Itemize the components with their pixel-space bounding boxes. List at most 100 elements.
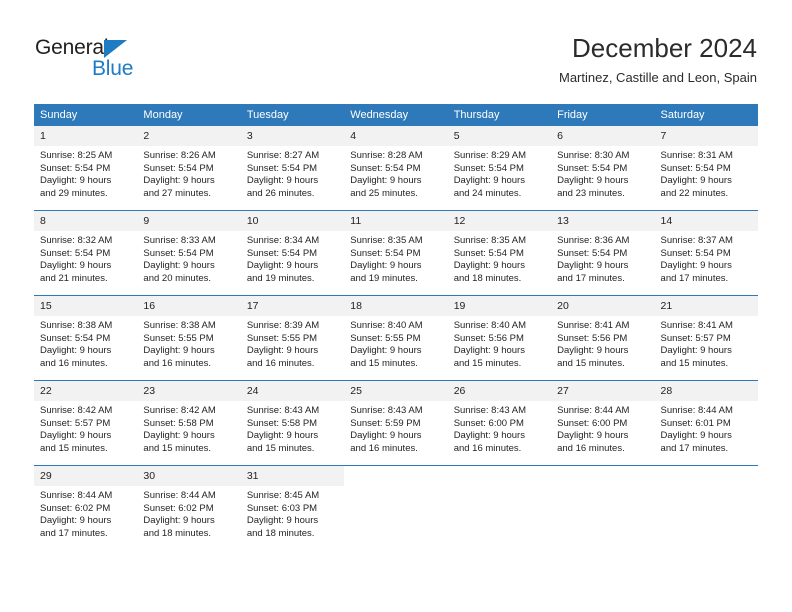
daylight-duration-line1: Daylight: 9 hours [660, 175, 732, 187]
sunrise-time: Sunrise: 8:25 AM [40, 150, 113, 161]
day-cell-content[interactable]: 16 Sunrise: 8:38 AM Sunset: 5:55 PM Dayligh… [137, 296, 241, 380]
day-details: Sunrise: 8:39 AM Sunset: 5:55 PM Daylight:… [241, 316, 344, 370]
day-cell-content[interactable]: 14 Sunrise: 8:37 AM Sunset: 5:54 PM Dayligh… [654, 211, 758, 295]
day-cell-content[interactable]: 22 Sunrise: 8:42 AM Sunset: 5:57 PM Dayligh… [34, 381, 138, 465]
sunrise-sunset-calendar: Sunday Monday Tuesday Wednesday Thursday… [34, 104, 758, 550]
day-cell-content[interactable]: 20 Sunrise: 8:41 AM Sunset: 5:56 PM Dayligh… [551, 296, 655, 380]
day-cell-content[interactable]: 13 Sunrise: 8:36 AM Sunset: 5:54 PM Dayligh… [551, 211, 655, 295]
calendar-day-cell [447, 465, 552, 550]
daylight-duration-line2: and 15 minutes. [40, 442, 108, 454]
day-cell-content[interactable]: 18 Sunrise: 8:40 AM Sunset: 5:55 PM Dayligh… [344, 296, 448, 380]
calendar-day-cell: 21 Sunrise: 8:41 AM Sunset: 5:57 PM Dayligh… [654, 295, 758, 381]
sunset-time: Sunset: 6:00 PM [557, 417, 628, 429]
day-details: Sunrise: 8:41 AM Sunset: 5:56 PM Daylight:… [551, 316, 654, 370]
page-title: December 2024 [572, 33, 757, 63]
day-cell-content[interactable]: 11 Sunrise: 8:35 AM Sunset: 5:54 PM Dayligh… [344, 211, 448, 295]
day-details: Sunrise: 8:29 AM Sunset: 5:54 PM Daylight:… [448, 146, 551, 200]
day-number [654, 466, 758, 486]
day-cell-content[interactable]: 27 Sunrise: 8:44 AM Sunset: 6:00 PM Dayligh… [551, 381, 655, 465]
daylight-duration-line1: Daylight: 9 hours [246, 515, 319, 527]
weekday-header-monday: Monday [137, 104, 241, 126]
sunrise-time: Sunrise: 8:43 AM [246, 405, 320, 416]
sunset-time: Sunset: 5:57 PM [40, 417, 111, 429]
day-cell-content[interactable]: 9 Sunrise: 8:33 AM Sunset: 5:54 PM Daylight… [137, 211, 241, 295]
logo-text-blue: Blue [92, 57, 134, 80]
daylight-duration-line2: and 26 minutes. [246, 187, 315, 199]
day-details: Sunrise: 8:41 AM Sunset: 5:57 PM Daylight:… [655, 316, 758, 370]
daylight-duration-line1: Daylight: 9 hours [350, 175, 422, 187]
day-cell-content[interactable]: 29 Sunrise: 8:44 AM Sunset: 6:02 PM Dayligh… [34, 466, 138, 550]
day-cell-content[interactable]: 8 Sunrise: 8:32 AM Sunset: 5:54 PM Daylight… [34, 211, 138, 295]
calendar-day-cell: 6 Sunrise: 8:30 AM Sunset: 5:54 PM Daylight… [551, 126, 655, 211]
sunset-time: Sunset: 5:54 PM [453, 162, 524, 174]
sunrise-time: Sunrise: 8:42 AM [40, 405, 113, 416]
day-details: Sunrise: 8:40 AM Sunset: 5:56 PM Daylight:… [448, 316, 551, 370]
calendar-day-cell: 26 Sunrise: 8:43 AM Sunset: 6:00 PM Dayligh… [447, 380, 552, 466]
day-cell-content[interactable]: 30 Sunrise: 8:44 AM Sunset: 6:02 PM Dayligh… [137, 466, 241, 550]
day-cell-content[interactable]: 25 Sunrise: 8:43 AM Sunset: 5:59 PM Dayligh… [344, 381, 448, 465]
calendar-week-row: 29 Sunrise: 8:44 AM Sunset: 6:02 PM Dayligh… [34, 465, 758, 550]
day-cell-content[interactable]: 24 Sunrise: 8:43 AM Sunset: 5:58 PM Dayligh… [240, 381, 345, 465]
day-number: 27 [551, 381, 655, 401]
day-details: Sunrise: 8:33 AM Sunset: 5:54 PM Daylight:… [137, 231, 240, 285]
day-cell-content[interactable]: 10 Sunrise: 8:34 AM Sunset: 5:54 PM Dayligh… [240, 211, 345, 295]
day-cell-content[interactable]: 7 Sunrise: 8:31 AM Sunset: 5:54 PM Daylight… [654, 126, 758, 210]
sunrise-time: Sunrise: 8:42 AM [143, 405, 216, 416]
day-number: 13 [551, 211, 655, 231]
day-cell-content[interactable]: 2 Sunrise: 8:26 AM Sunset: 5:54 PM Daylight… [137, 126, 241, 210]
sunset-time: Sunset: 5:55 PM [350, 332, 421, 344]
calendar-day-cell: 4 Sunrise: 8:28 AM Sunset: 5:54 PM Daylight… [344, 126, 448, 211]
sunrise-time: Sunrise: 8:32 AM [40, 235, 113, 246]
calendar-day-cell: 25 Sunrise: 8:43 AM Sunset: 5:59 PM Dayligh… [344, 380, 448, 466]
day-cell-content[interactable]: 6 Sunrise: 8:30 AM Sunset: 5:54 PM Daylight… [551, 126, 655, 210]
calendar-day-cell: 7 Sunrise: 8:31 AM Sunset: 5:54 PM Daylight… [654, 126, 758, 211]
day-details: Sunrise: 8:44 AM Sunset: 6:00 PM Daylight:… [551, 401, 654, 455]
daylight-duration-line2: and 15 minutes. [246, 442, 315, 454]
day-number: 10 [240, 211, 345, 231]
day-cell-content[interactable]: 26 Sunrise: 8:43 AM Sunset: 6:00 PM Dayligh… [447, 381, 552, 465]
title-block: December 2024 Martinez, Castille and Leo… [559, 32, 757, 87]
calendar-week-row: 22 Sunrise: 8:42 AM Sunset: 5:57 PM Dayligh… [34, 380, 758, 466]
day-number: 29 [34, 466, 138, 486]
day-cell-empty [551, 466, 655, 550]
sunset-time: Sunset: 5:54 PM [453, 247, 524, 259]
day-details: Sunrise: 8:27 AM Sunset: 5:54 PM Daylight:… [241, 146, 344, 200]
sunrise-time: Sunrise: 8:30 AM [557, 150, 630, 161]
day-cell-empty [654, 466, 758, 550]
calendar-week-row: 15 Sunrise: 8:38 AM Sunset: 5:54 PM Dayligh… [34, 295, 758, 381]
daylight-duration-line2: and 15 minutes. [557, 357, 625, 369]
day-cell-content[interactable]: 12 Sunrise: 8:35 AM Sunset: 5:54 PM Dayligh… [447, 211, 552, 295]
day-cell-content[interactable]: 4 Sunrise: 8:28 AM Sunset: 5:54 PM Daylight… [344, 126, 448, 210]
sunrise-time: Sunrise: 8:41 AM [557, 320, 630, 331]
daylight-duration-line2: and 24 minutes. [453, 187, 522, 199]
calendar-body: 1 Sunrise: 8:25 AM Sunset: 5:54 PM Daylight… [34, 126, 758, 550]
day-details: Sunrise: 8:38 AM Sunset: 5:54 PM Daylight:… [34, 316, 137, 370]
day-cell-content[interactable]: 31 Sunrise: 8:45 AM Sunset: 6:03 PM Dayligh… [240, 466, 345, 550]
calendar-day-cell [551, 465, 655, 550]
daylight-duration-line1: Daylight: 9 hours [557, 260, 629, 272]
day-cell-content[interactable]: 17 Sunrise: 8:39 AM Sunset: 5:55 PM Dayligh… [240, 296, 345, 380]
daylight-duration-line2: and 18 minutes. [453, 272, 522, 284]
day-cell-content[interactable]: 1 Sunrise: 8:25 AM Sunset: 5:54 PM Daylight… [34, 126, 138, 210]
sunset-time: Sunset: 5:54 PM [40, 332, 111, 344]
day-details: Sunrise: 8:44 AM Sunset: 6:02 PM Daylight:… [34, 486, 137, 540]
day-details: Sunrise: 8:25 AM Sunset: 5:54 PM Daylight:… [34, 146, 137, 200]
sunrise-time: Sunrise: 8:31 AM [660, 150, 733, 161]
sunset-time: Sunset: 5:57 PM [660, 332, 731, 344]
day-cell-content[interactable]: 3 Sunrise: 8:27 AM Sunset: 5:54 PM Daylight… [240, 126, 345, 210]
sunset-time: Sunset: 5:54 PM [660, 162, 731, 174]
daylight-duration-line1: Daylight: 9 hours [453, 260, 525, 272]
sunrise-time: Sunrise: 8:38 AM [143, 320, 216, 331]
day-details: Sunrise: 8:28 AM Sunset: 5:54 PM Daylight:… [344, 146, 447, 200]
location-subtitle: Martinez, Castille and Leon, Spain [558, 70, 757, 85]
day-cell-content[interactable]: 28 Sunrise: 8:44 AM Sunset: 6:01 PM Dayligh… [654, 381, 758, 465]
day-cell-content[interactable]: 5 Sunrise: 8:29 AM Sunset: 5:54 PM Daylight… [447, 126, 552, 210]
day-cell-content[interactable]: 19 Sunrise: 8:40 AM Sunset: 5:56 PM Dayligh… [447, 296, 552, 380]
day-cell-content[interactable]: 21 Sunrise: 8:41 AM Sunset: 5:57 PM Dayligh… [654, 296, 758, 380]
day-number: 4 [344, 126, 448, 146]
day-number: 19 [447, 296, 552, 316]
day-cell-content[interactable]: 23 Sunrise: 8:42 AM Sunset: 5:58 PM Dayligh… [137, 381, 241, 465]
day-cell-content[interactable]: 15 Sunrise: 8:38 AM Sunset: 5:54 PM Dayligh… [34, 296, 138, 380]
daylight-duration-line1: Daylight: 9 hours [453, 430, 525, 442]
daylight-duration-line2: and 15 minutes. [350, 357, 418, 369]
